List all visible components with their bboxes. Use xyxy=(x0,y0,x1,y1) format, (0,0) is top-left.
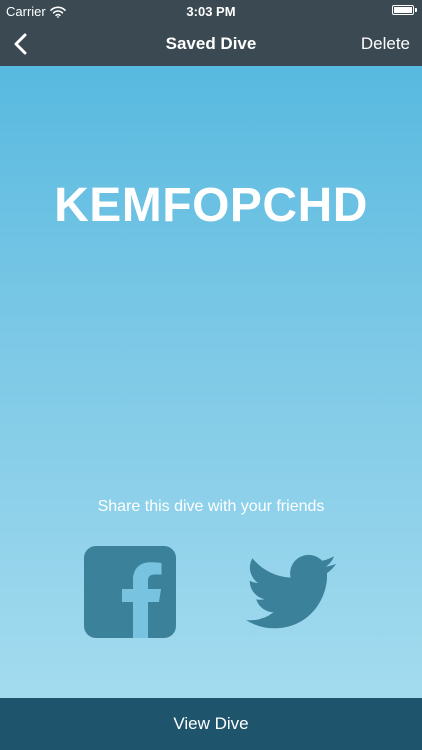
page-title: Saved Dive xyxy=(165,34,257,53)
saved-dive-screen: Carrier 3:03 PM Saved Dive Delete KEMFOP… xyxy=(0,0,422,750)
twitter-icon xyxy=(246,554,337,629)
status-bar: Carrier 3:03 PM xyxy=(0,0,422,22)
dive-code: KEMFOPCHD xyxy=(54,179,368,232)
header: Carrier 3:03 PM Saved Dive Delete xyxy=(0,0,422,66)
facebook-icon xyxy=(84,546,176,638)
battery-level xyxy=(394,7,412,13)
view-dive-button[interactable]: View Dive xyxy=(0,698,422,750)
navigation-bar: Saved Dive Delete xyxy=(0,22,422,66)
share-prompt: Share this dive with your friends xyxy=(97,498,325,515)
view-dive-label: View Dive xyxy=(173,714,249,733)
facebook-share-button[interactable] xyxy=(84,546,176,638)
battery-icon xyxy=(392,5,417,15)
delete-button[interactable]: Delete xyxy=(361,34,410,54)
status-time: 3:03 PM xyxy=(186,4,236,19)
twitter-share-button[interactable] xyxy=(246,546,338,638)
